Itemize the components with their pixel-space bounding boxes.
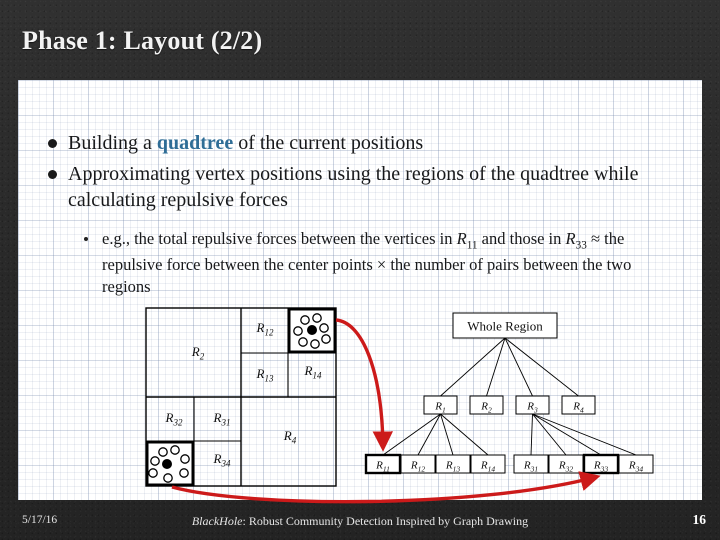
bullet-dot-icon: [48, 139, 57, 148]
sub-bullet-item: e.g., the total repulsive forces between…: [84, 228, 662, 298]
sub-line1-sub: 11: [466, 239, 478, 252]
sub-line1-r: R: [456, 229, 467, 248]
bullet-1-text: Building a quadtree of the current posit…: [68, 131, 423, 157]
sub-bullet-text: e.g., the total repulsive forces between…: [102, 228, 662, 298]
footer-title: BlackHole: Robust Community Detection In…: [0, 514, 720, 529]
presentation-slide: Phase 1: Layout (2/2) Building a quadtre…: [0, 0, 720, 540]
bullet-item-1: Building a quadtree of the current posit…: [48, 131, 658, 157]
sub-line2-a: and those in: [481, 229, 566, 248]
footer-page-number: 16: [692, 512, 707, 527]
sub-bullet-dot-icon: [84, 237, 88, 241]
bullet-1-suffix: of the current positions: [233, 132, 424, 154]
sub-line2-sub: 33: [575, 239, 587, 252]
sub-line2-r: R: [565, 229, 576, 248]
bullet-1-accent: quadtree: [156, 132, 234, 154]
bullet-item-2: Approximating vertex positions using the…: [48, 162, 663, 213]
page-title: Phase 1: Layout (2/2): [22, 26, 263, 55]
bullet-2-text: Approximating vertex positions using the…: [68, 163, 639, 211]
footer-title-italic: BlackHole: [191, 514, 243, 528]
bullet-1-prefix: Building a: [68, 132, 157, 154]
bullet-dot-icon: [48, 170, 57, 179]
sub-line1-a: e.g., the total repulsive forces between…: [102, 229, 457, 248]
footer-title-rest: : Robust Community Detection Inspired by…: [242, 514, 529, 528]
